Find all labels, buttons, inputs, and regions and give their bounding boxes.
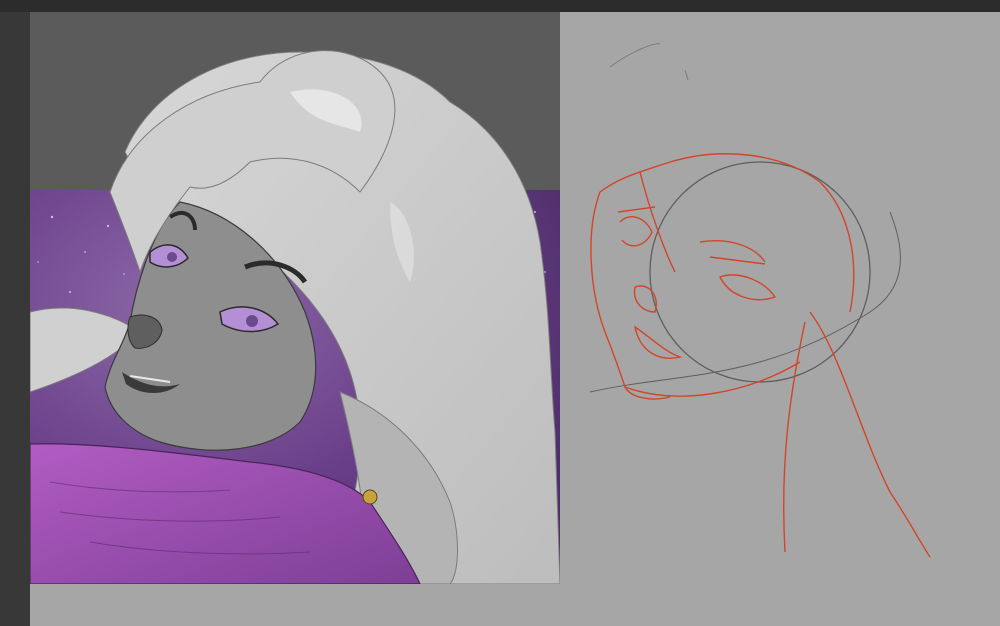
illustration-art bbox=[30, 12, 560, 584]
sketch-panel bbox=[560, 12, 1000, 584]
earring bbox=[362, 489, 378, 505]
sketch-art bbox=[589, 43, 931, 558]
illustration-panel bbox=[30, 12, 560, 584]
drawing-canvas[interactable] bbox=[30, 12, 1000, 626]
top-toolbar-strip bbox=[0, 0, 1000, 12]
app-workspace bbox=[0, 0, 1000, 626]
construction-circle bbox=[649, 161, 871, 383]
red-sketch-lines bbox=[590, 153, 931, 558]
